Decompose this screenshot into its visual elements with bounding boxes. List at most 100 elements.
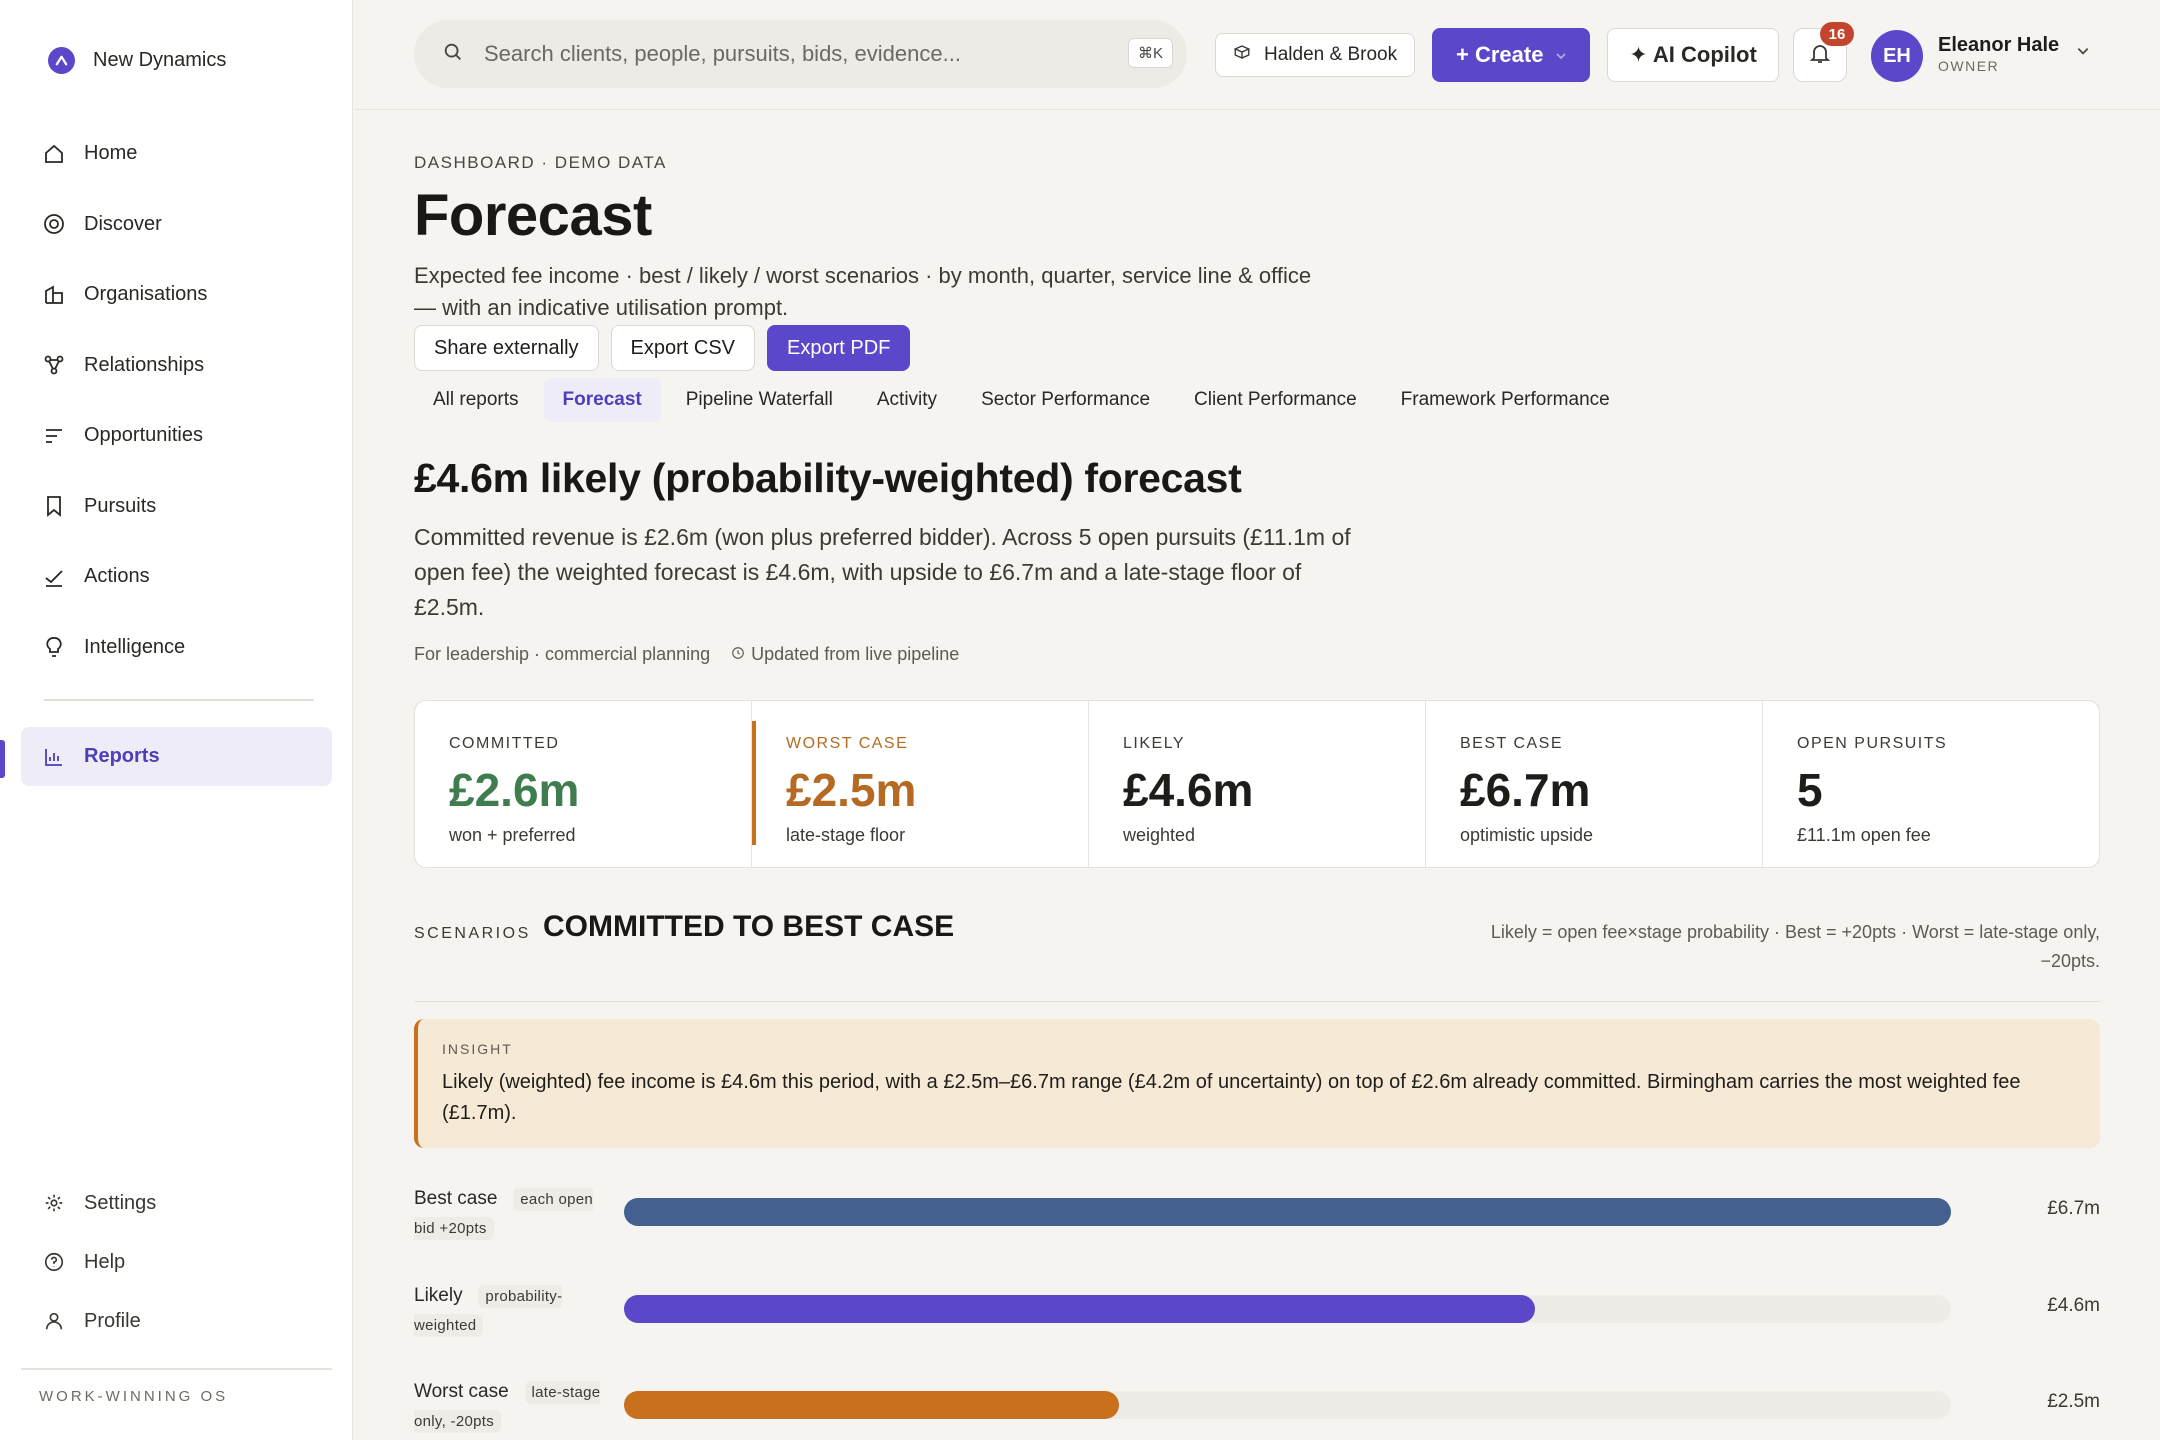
kpi-open-pursuits: OPEN PURSUITS 5 £11.1m open fee <box>1763 701 2099 867</box>
tab-client-performance[interactable]: Client Performance <box>1175 378 1376 422</box>
kpi-accent-bar <box>752 721 756 845</box>
kpi-label: COMMITTED <box>449 735 560 752</box>
kpi-label: OPEN PURSUITS <box>1797 735 1948 752</box>
tab-all-reports[interactable]: All reports <box>414 378 538 422</box>
ai-copilot-button[interactable]: ✦ AI Copilot <box>1607 28 1779 82</box>
scenario-track <box>624 1198 1951 1226</box>
sidebar-divider <box>44 699 314 701</box>
chevron-down-icon[interactable] <box>2076 44 2090 63</box>
scenario-track <box>624 1295 1951 1323</box>
tab-forecast[interactable]: Forecast <box>543 378 661 422</box>
app-tagline: WORK-WINNING OS <box>39 1388 229 1405</box>
share-externally-button[interactable]: Share externally <box>414 325 599 371</box>
sidebar-item-label: Relationships <box>84 353 205 376</box>
user-name[interactable]: Eleanor Hale <box>1938 34 2059 57</box>
kpi-subtext: won + preferred <box>449 825 576 845</box>
kpi-value: £2.6m <box>449 764 580 816</box>
search-placeholder: Search clients, people, pursuits, bids, … <box>484 41 961 66</box>
clock-icon <box>731 644 745 665</box>
sidebar-item-reports[interactable]: Reports <box>21 727 332 786</box>
search-input[interactable]: Search clients, people, pursuits, bids, … <box>414 20 1187 88</box>
gear-icon <box>41 1190 67 1216</box>
scenario-name: Best case <box>414 1188 498 1209</box>
sidebar-item-home[interactable]: Home <box>21 124 332 183</box>
scenario-bar <box>624 1391 1120 1419</box>
kpi-committed: COMMITTED £2.6m won + preferred <box>415 701 752 867</box>
scenario-track <box>624 1391 1951 1419</box>
kpi-value: £2.5m <box>786 764 917 816</box>
sidebar-item-label: Reports <box>84 745 160 767</box>
audience-label: For leadership · commercial planning <box>414 644 711 664</box>
kpi-subtext: optimistic upside <box>1460 825 1594 845</box>
chevron-down-icon <box>1555 42 1567 68</box>
forecast-summary: Committed revenue is £2.6m (won plus pre… <box>414 524 1351 620</box>
sidebar-item-label: Discover <box>84 212 162 235</box>
kpi-subtext: £11.1m open fee <box>1797 825 1931 845</box>
sidebar-item-help[interactable]: Help <box>21 1238 332 1286</box>
org-switcher-button[interactable]: Halden & Brook <box>1215 33 1416 77</box>
help-icon <box>41 1249 67 1275</box>
brand[interactable]: New Dynamics <box>48 47 226 74</box>
check-icon <box>41 564 67 590</box>
avatar[interactable]: EH <box>1871 30 1923 82</box>
sidebar-bottom-nav: Settings Help Profile <box>21 1179 332 1356</box>
breadcrumb: DASHBOARD · DEMO DATA <box>414 153 667 172</box>
kpi-label: BEST CASE <box>1460 735 1564 752</box>
search-icon <box>442 41 464 68</box>
scenario-row-best: Best case each open bid +20pts £6.7m <box>414 1185 2100 1255</box>
tab-activity[interactable]: Activity <box>858 378 956 422</box>
copilot-label: ✦ AI Copilot <box>1629 42 1757 67</box>
tab-pipeline-waterfall[interactable]: Pipeline Waterfall <box>667 378 852 422</box>
insight-text: Likely (weighted) fee income is £4.6m th… <box>442 1071 2021 1124</box>
bar-chart-icon <box>41 744 67 770</box>
sidebar-item-discover[interactable]: Discover <box>21 195 332 254</box>
sidebar-item-label: Organisations <box>84 283 208 305</box>
scenario-name: Worst case <box>414 1381 509 1402</box>
kpi-value: £4.6m <box>1123 764 1254 816</box>
kpi-value: 5 <box>1797 764 1823 816</box>
insight-callout: INSIGHT Likely (weighted) fee income is … <box>414 1019 2100 1148</box>
sidebar-item-pursuits[interactable]: Pursuits <box>21 477 332 536</box>
notification-count-badge: 16 <box>1820 22 1854 46</box>
sidebar-item-label: Home <box>84 142 138 164</box>
sidebar-item-actions[interactable]: Actions <box>21 547 332 606</box>
sidebar-item-settings[interactable]: Settings <box>21 1179 332 1227</box>
kpi-subtext: weighted <box>1123 825 1196 845</box>
export-pdf-button[interactable]: Export PDF <box>767 325 911 371</box>
updated-label: Updated from live pipeline <box>751 644 960 664</box>
tab-framework-performance[interactable]: Framework Performance <box>1382 378 1629 422</box>
home-icon <box>41 141 67 167</box>
insight-kicker: INSIGHT <box>442 1041 513 1057</box>
sidebar-item-label: Profile <box>84 1309 141 1332</box>
discover-icon <box>41 211 67 237</box>
sidebar-item-profile[interactable]: Profile <box>21 1297 332 1345</box>
sidebar-item-label: Pursuits <box>84 494 157 517</box>
sidebar-item-label: Actions <box>84 565 150 587</box>
page-title: Forecast <box>414 183 652 248</box>
sidebar-item-opportunities[interactable]: Opportunities <box>21 406 332 465</box>
section-title: COMMITTED TO BEST CASE <box>543 910 955 943</box>
organisations-icon <box>41 282 67 308</box>
sidebar-item-relationships[interactable]: Relationships <box>21 336 332 395</box>
scenario-value: £4.6m <box>2047 1295 2100 1316</box>
logo-icon <box>48 47 75 74</box>
sidebar-item-label: Intelligence <box>84 635 186 658</box>
scenario-bar <box>624 1295 1536 1323</box>
sidebar-item-organisations[interactable]: Organisations <box>21 265 332 324</box>
relationships-icon <box>41 352 67 378</box>
box-icon <box>1233 43 1251 67</box>
sidebar-nav: Home Discover Organisations Relationship… <box>21 124 332 688</box>
sidebar-item-label: Opportunities <box>84 424 203 446</box>
bookmark-icon <box>41 493 67 519</box>
export-csv-button[interactable]: Export CSV <box>610 325 756 371</box>
sidebar-item-label: Help <box>84 1250 126 1273</box>
tab-sector-performance[interactable]: Sector Performance <box>962 378 1169 422</box>
create-button[interactable]: + Create <box>1432 28 1590 82</box>
user-icon <box>41 1308 67 1334</box>
org-name: Halden & Brook <box>1264 44 1398 65</box>
sidebar-item-intelligence[interactable]: Intelligence <box>21 618 332 677</box>
scenario-label: Likely probability-weighted <box>414 1282 614 1340</box>
user-role: OWNER <box>1938 58 2000 74</box>
brand-name: New Dynamics <box>93 49 227 71</box>
section-note: Likely = open fee×stage probability · Be… <box>1490 922 2100 971</box>
